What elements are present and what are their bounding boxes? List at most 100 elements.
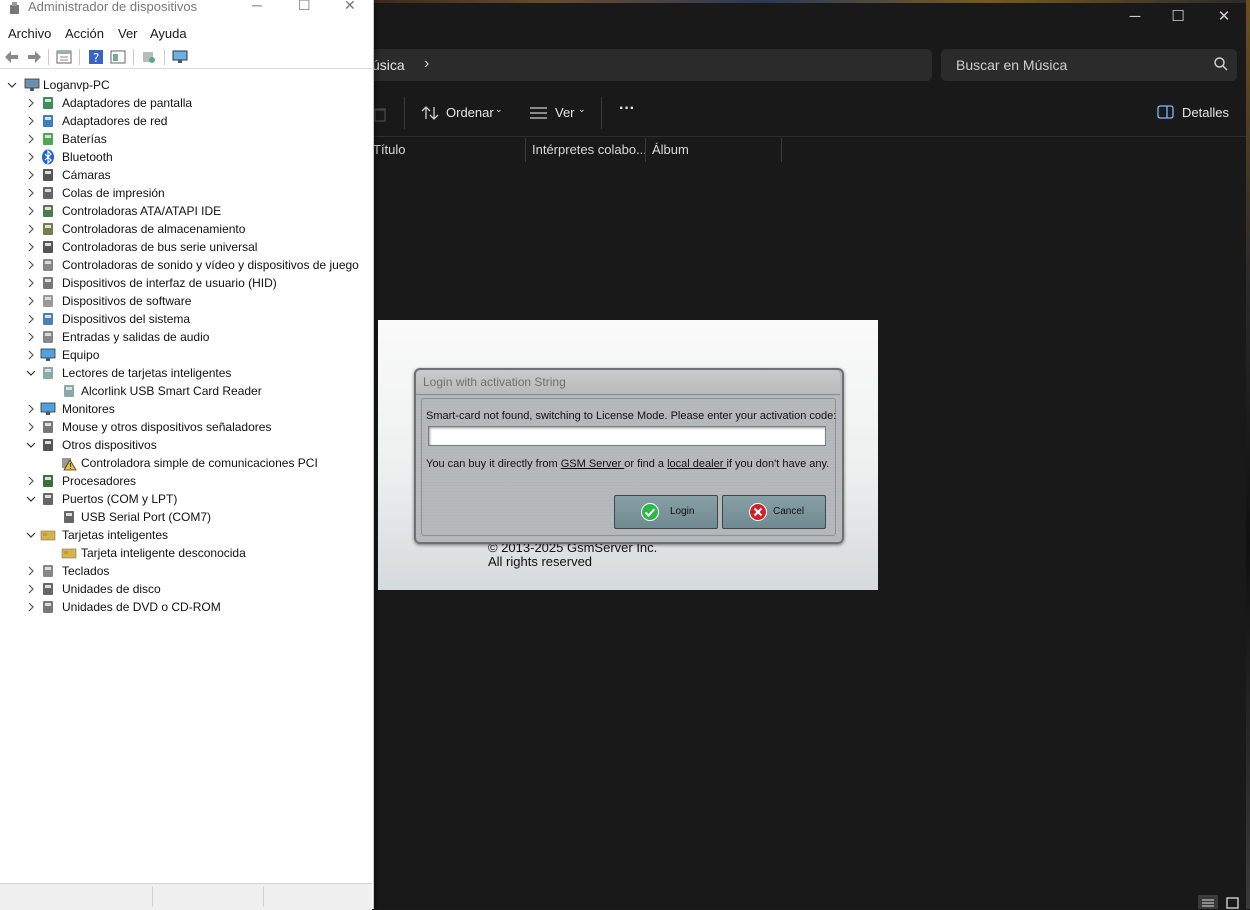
tree-item[interactable]: Unidades de disco xyxy=(25,580,372,598)
address-bar[interactable]: úsica › xyxy=(340,49,932,81)
maximize-button[interactable]: ☐ xyxy=(298,0,311,14)
menu-ver[interactable]: Ver xyxy=(118,26,138,41)
search-icon[interactable] xyxy=(1213,56,1229,72)
tree-item[interactable]: Dispositivos de software xyxy=(25,292,372,310)
chevron-right-icon[interactable] xyxy=(25,292,37,310)
tree-item[interactable]: Otros dispositivos xyxy=(25,436,372,454)
tree-item-label: Cámaras xyxy=(62,168,111,182)
chevron-down-icon[interactable] xyxy=(25,526,37,544)
monitor-icon[interactable] xyxy=(172,49,188,65)
tree-item[interactable]: Puertos (COM y LPT) xyxy=(25,490,372,508)
show-hidden-icon[interactable] xyxy=(110,49,126,65)
tree-item[interactable]: Lectores de tarjetas inteligentes xyxy=(25,364,372,382)
tree-item[interactable]: USB Serial Port (COM7) xyxy=(44,508,372,526)
chevron-right-icon[interactable] xyxy=(25,580,37,598)
chevron-right-icon[interactable] xyxy=(25,238,37,256)
chevron-right-icon[interactable] xyxy=(25,472,37,490)
chevron-right-icon[interactable] xyxy=(25,418,37,436)
chevron-right-icon[interactable] xyxy=(25,598,37,616)
column-header-artists[interactable]: Intérpretes colabo... xyxy=(532,139,647,161)
details-label: Detalles xyxy=(1182,105,1229,120)
mouse-icon xyxy=(43,421,53,433)
delete-icon[interactable] xyxy=(373,106,387,122)
tree-item[interactable]: Bluetooth xyxy=(25,148,372,166)
tree-item[interactable]: Unidades de DVD o CD-ROM xyxy=(25,598,372,616)
column-separator[interactable] xyxy=(525,138,526,162)
column-separator[interactable] xyxy=(645,138,646,162)
tree-item[interactable]: Colas de impresión xyxy=(25,184,372,202)
help-icon[interactable]: ? xyxy=(88,49,104,65)
tree-item[interactable]: Tarjeta inteligente desconocida xyxy=(44,544,372,562)
login-button[interactable]: Login xyxy=(614,495,718,529)
properties-icon[interactable] xyxy=(56,49,72,65)
tree-item[interactable]: Controladoras ATA/ATAPI IDE xyxy=(25,202,372,220)
activation-code-input[interactable] xyxy=(428,426,826,446)
tree-item[interactable]: Procesadores xyxy=(25,472,372,490)
tree-item[interactable]: Dispositivos de interfaz de usuario (HID… xyxy=(25,274,372,292)
chevron-right-icon[interactable] xyxy=(25,202,37,220)
chevron-right-icon[interactable] xyxy=(25,346,37,364)
column-header-album[interactable]: Álbum xyxy=(652,139,689,161)
chevron-down-icon[interactable] xyxy=(25,490,37,508)
chevron-right-icon[interactable] xyxy=(25,310,37,328)
chevron-down-icon[interactable] xyxy=(25,436,37,454)
tree-item[interactable]: Controladoras de bus serie universal xyxy=(25,238,372,256)
chevron-right-icon[interactable] xyxy=(25,130,37,148)
back-arrow-icon[interactable] xyxy=(4,49,20,65)
toolbar-separator xyxy=(404,97,405,129)
tree-item[interactable]: Dispositivos del sistema xyxy=(25,310,372,328)
cancel-button[interactable]: Cancel xyxy=(722,495,826,529)
tree-item[interactable]: Controladoras de sonido y vídeo y dispos… xyxy=(25,256,372,274)
device-manager-titlebar[interactable]: Administrador de dispositivos ─ ☐ ✕ xyxy=(0,0,373,18)
chevron-right-icon[interactable] xyxy=(25,220,37,238)
chevron-right-icon[interactable] xyxy=(25,166,37,184)
maximize-button[interactable]: ☐ xyxy=(1155,6,1201,28)
tree-item[interactable]: Teclados xyxy=(25,562,372,580)
activation-message: Smart-card not found, switching to Licen… xyxy=(426,410,837,422)
more-options-button[interactable]: ··· xyxy=(619,100,635,118)
menu-ayuda[interactable]: Ayuda xyxy=(150,26,187,41)
tree-item[interactable]: Adaptadores de pantalla xyxy=(25,94,372,112)
details-view-icon[interactable] xyxy=(1198,895,1218,909)
chevron-right-icon[interactable] xyxy=(25,184,37,202)
chevron-right-icon[interactable] xyxy=(25,400,37,418)
thumbnail-view-icon[interactable] xyxy=(1222,895,1242,909)
chevron-right-icon[interactable] xyxy=(25,274,37,292)
breadcrumb-music[interactable]: úsica xyxy=(372,57,405,73)
chevron-right-icon[interactable] xyxy=(25,328,37,346)
gsm-server-link[interactable]: GSM Server xyxy=(561,458,625,470)
chevron-right-icon[interactable] xyxy=(25,256,37,274)
forward-arrow-icon[interactable] xyxy=(26,49,42,65)
menu-accion[interactable]: Acción xyxy=(65,26,104,41)
tree-item[interactable]: Entradas y salidas de audio xyxy=(25,328,372,346)
tree-item[interactable]: ! Controladora simple de comunicaciones P… xyxy=(44,454,372,472)
chevron-right-icon[interactable]: › xyxy=(424,55,429,73)
minimize-button[interactable]: ─ xyxy=(252,0,262,13)
column-separator[interactable] xyxy=(781,138,782,162)
close-button[interactable]: ✕ xyxy=(1201,6,1247,28)
menu-archivo[interactable]: Archivo xyxy=(8,26,51,41)
tree-item[interactable]: Controladoras de almacenamiento xyxy=(25,220,372,238)
column-header-title[interactable]: Título xyxy=(373,139,406,161)
tree-item[interactable]: Tarjetas inteligentes xyxy=(25,526,372,544)
tree-item[interactable]: Mouse y otros dispositivos señaladores xyxy=(25,418,372,436)
search-box[interactable]: Buscar en Música xyxy=(941,49,1237,81)
chevron-down-icon[interactable] xyxy=(6,76,18,94)
tree-item[interactable]: Baterías xyxy=(25,130,372,148)
tree-item[interactable]: Adaptadores de red xyxy=(25,112,372,130)
tree-item[interactable]: Monitores xyxy=(25,400,372,418)
chevron-right-icon[interactable] xyxy=(25,94,37,112)
chevron-right-icon[interactable] xyxy=(25,112,37,130)
chevron-right-icon[interactable] xyxy=(25,562,37,580)
tree-item[interactable]: Cámaras xyxy=(25,166,372,184)
close-button[interactable]: ✕ xyxy=(344,0,356,14)
tree-item[interactable]: Alcorlink USB Smart Card Reader xyxy=(44,382,372,400)
dialog-titlebar[interactable]: Login with activation String xyxy=(416,370,840,395)
tree-item[interactable]: Loganvp-PC xyxy=(6,76,372,94)
chevron-right-icon[interactable] xyxy=(25,148,37,166)
scan-hardware-icon[interactable] xyxy=(141,49,157,65)
minimize-button[interactable]: ─ xyxy=(1112,6,1158,28)
tree-item[interactable]: Equipo xyxy=(25,346,372,364)
chevron-down-icon[interactable] xyxy=(25,364,37,382)
local-dealer-link[interactable]: local dealer xyxy=(667,458,726,470)
